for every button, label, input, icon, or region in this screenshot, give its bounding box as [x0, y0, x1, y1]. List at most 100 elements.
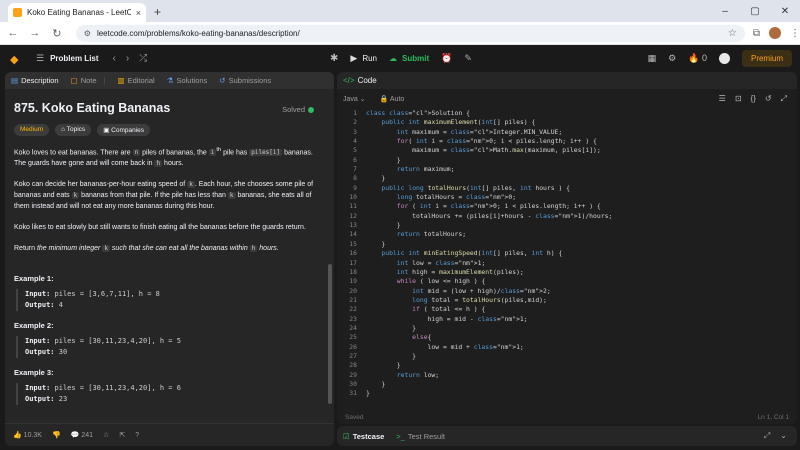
code-text[interactable]: maximum = class="cl">Math.max(maximum, p…	[357, 146, 601, 155]
streak-counter[interactable]: 🔥 0	[688, 53, 707, 64]
code-line[interactable]: 25 else{	[337, 333, 797, 342]
browser-menu-icon[interactable]: ⋮	[790, 28, 800, 39]
run-button[interactable]: ▶ Run	[350, 53, 377, 64]
submit-button[interactable]: ☁ Submit	[389, 54, 429, 63]
code-text[interactable]: for( int i = class="nm">0; i < piles.len…	[357, 137, 597, 146]
code-text[interactable]: high = mid - class="nm">1;	[357, 315, 528, 324]
tab-test-result[interactable]: >_ Test Result	[396, 432, 445, 441]
url-text[interactable]: leetcode.com/problems/koko-eating-banana…	[97, 29, 300, 38]
code-line[interactable]: 28 }	[337, 361, 797, 370]
language-select[interactable]: Java ⌄	[343, 95, 366, 103]
extensions-icon[interactable]: ⧉	[753, 28, 760, 39]
code-text[interactable]: public int minEatingSpeed(int[] piles, i…	[357, 249, 562, 258]
like-button[interactable]: 👍 10.3K	[13, 431, 42, 439]
code-text[interactable]: public int maximumElement(int[] piles) {	[357, 118, 535, 127]
site-info-icon[interactable]: ⚙	[84, 29, 91, 38]
code-line[interactable]: 7 return maximum;	[337, 165, 797, 174]
code-line[interactable]: 11 for ( int i = class="nm">0; i < piles…	[337, 202, 797, 211]
code-text[interactable]: public long totalHours(int[] piles, int …	[357, 184, 570, 193]
difficulty-badge[interactable]: Medium	[14, 124, 50, 136]
tab-note[interactable]: ▢ Note |	[71, 76, 106, 85]
auto-mode-toggle[interactable]: 🔒 Auto	[380, 95, 405, 103]
code-text[interactable]: int high = maximumElement(piles);	[357, 268, 524, 277]
dislike-icon[interactable]: 👎	[52, 431, 61, 439]
code-line[interactable]: 8 }	[337, 174, 797, 183]
code-line[interactable]: 5 maximum = class="cl">Math.max(maximum,…	[337, 146, 797, 155]
code-line[interactable]: 20 int mid = (low + high)/class="nm">2;	[337, 287, 797, 296]
code-text[interactable]: totalHours += (piles[i]+hours - class="n…	[357, 212, 612, 221]
leetcode-logo-icon[interactable]: ◆	[10, 53, 22, 66]
code-editor[interactable]: 1 class class="cl">Solution {2 public int…	[337, 109, 797, 399]
braces-icon[interactable]: {}	[751, 94, 756, 104]
collapse-icon[interactable]: ⌄	[780, 431, 787, 441]
code-text[interactable]: class class="cl">Solution {	[357, 109, 470, 118]
address-bar[interactable]: ⚙ leetcode.com/problems/koko-eating-bana…	[75, 24, 745, 42]
description-scrollbar[interactable]	[328, 264, 332, 404]
code-line[interactable]: 4 for( int i = class="nm">0; i < piles.l…	[337, 137, 797, 146]
code-text[interactable]: }	[357, 221, 401, 230]
code-text[interactable]: }	[357, 352, 416, 361]
next-problem-icon[interactable]: ›	[126, 53, 129, 64]
code-line[interactable]: 31}	[337, 389, 797, 398]
fullscreen-icon[interactable]: ⤢	[781, 94, 787, 104]
topics-tag[interactable]: ⌂ Topics	[55, 124, 92, 136]
code-line[interactable]: 2 public int maximumElement(int[] piles)…	[337, 118, 797, 127]
share-icon[interactable]: ⇱	[119, 431, 125, 439]
code-text[interactable]: low = mid + class="nm">1;	[357, 343, 524, 352]
timer-icon[interactable]: ⏰	[441, 53, 452, 64]
code-text[interactable]: long total = totalHours(piles,mid);	[357, 296, 547, 305]
code-text[interactable]: for ( int i = class="nm">0; i < piles.le…	[357, 202, 601, 211]
close-window-button[interactable]: ✕	[770, 6, 800, 17]
code-line[interactable]: 13 }	[337, 221, 797, 230]
code-text[interactable]: }	[357, 240, 385, 249]
tab-close-icon[interactable]: ×	[136, 8, 141, 18]
companies-tag[interactable]: ▣ Companies	[97, 124, 151, 136]
code-text[interactable]: }	[357, 361, 401, 370]
code-text[interactable]: }	[357, 380, 385, 389]
prev-problem-icon[interactable]: ‹	[113, 53, 116, 64]
code-text[interactable]: long totalHours = class="nm">0;	[357, 193, 516, 202]
tab-testcase[interactable]: ☑ Testcase	[343, 432, 384, 441]
layout-icon[interactable]: ▦	[648, 53, 657, 64]
code-line[interactable]: 30 }	[337, 380, 797, 389]
expand-icon[interactable]: ⤢	[764, 431, 770, 441]
code-text[interactable]: else{	[357, 333, 431, 342]
tab-editorial[interactable]: ▥ Editorial	[118, 76, 155, 85]
code-line[interactable]: 18 int high = maximumElement(piles);	[337, 268, 797, 277]
code-line[interactable]: 24 }	[337, 324, 797, 333]
code-text[interactable]: }	[357, 389, 370, 398]
code-text[interactable]: return low;	[357, 371, 439, 380]
code-text[interactable]: int low = class="nm">1;	[357, 259, 486, 268]
browser-tab[interactable]: Koko Eating Bananas - LeetCode ×	[8, 3, 146, 22]
code-line[interactable]: 1 class class="cl">Solution {	[337, 109, 797, 118]
notes-icon[interactable]: ✎	[464, 53, 472, 64]
code-text[interactable]: while ( low <= high ) {	[357, 277, 486, 286]
code-text[interactable]: int mid = (low + high)/class="nm">2;	[357, 287, 551, 296]
reset-icon[interactable]: ↺	[765, 94, 772, 104]
code-text[interactable]: }	[357, 156, 401, 165]
code-text[interactable]: return totalHours;	[357, 230, 466, 239]
format-icon[interactable]: ☰	[719, 94, 726, 104]
code-text[interactable]: int maximum = class="cl">Integer.MIN_VAL…	[357, 128, 562, 137]
favorite-star-icon[interactable]: ☆	[103, 431, 109, 439]
random-problem-icon[interactable]: ⤮	[139, 53, 147, 64]
code-line[interactable]: 14 return totalHours;	[337, 230, 797, 239]
help-icon[interactable]: ?	[135, 432, 139, 439]
bookmark-star-icon[interactable]: ☆	[728, 28, 737, 39]
maximize-button[interactable]: ▢	[740, 6, 770, 17]
code-line[interactable]: 23 high = mid - class="nm">1;	[337, 315, 797, 324]
code-text[interactable]: return maximum;	[357, 165, 455, 174]
tab-description[interactable]: ▤ Description	[11, 76, 59, 85]
code-line[interactable]: 3 int maximum = class="cl">Integer.MIN_V…	[337, 128, 797, 137]
code-line[interactable]: 9 public long totalHours(int[] piles, in…	[337, 184, 797, 193]
code-line[interactable]: 12 totalHours += (piles[i]+hours - class…	[337, 212, 797, 221]
code-line[interactable]: 16 public int minEatingSpeed(int[] piles…	[337, 249, 797, 258]
minimize-button[interactable]: –	[710, 6, 740, 17]
back-arrow-icon[interactable]: ←	[4, 27, 22, 39]
user-avatar[interactable]	[718, 53, 730, 64]
tab-submissions[interactable]: ↺ Submissions	[219, 76, 271, 85]
code-line[interactable]: 6 }	[337, 156, 797, 165]
new-tab-button[interactable]: +	[154, 5, 161, 19]
problem-list-button[interactable]: ☰ Problem List	[36, 53, 99, 64]
code-line[interactable]: 19 while ( low <= high ) {	[337, 277, 797, 286]
